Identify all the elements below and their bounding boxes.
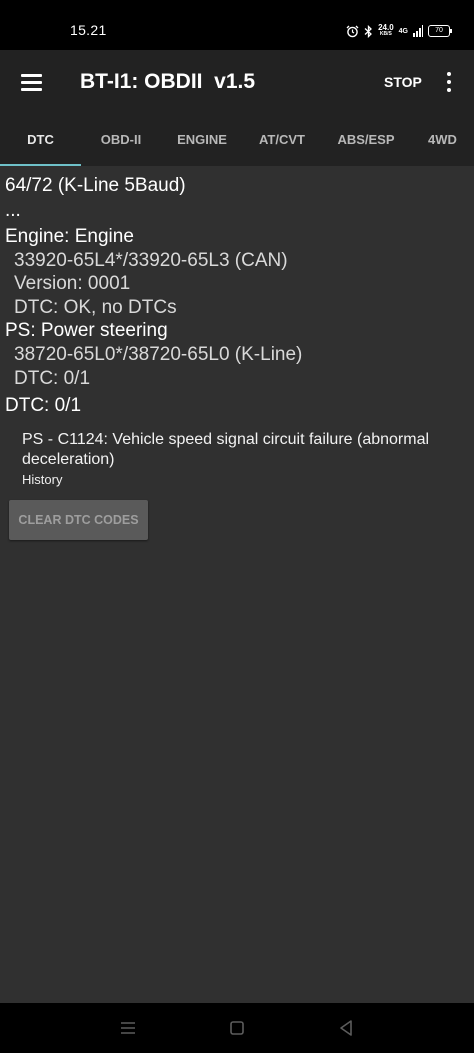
scan-ellipsis: ... bbox=[5, 200, 21, 221]
speed-unit: KB/S bbox=[379, 31, 392, 37]
dtc-entry-description: PS - C1124: Vehicle speed signal circuit… bbox=[22, 431, 430, 468]
dtc-total: DTC: 0/1 bbox=[5, 395, 82, 416]
network-speed: 24.0 KB/S bbox=[378, 24, 394, 38]
status-time: 15.21 bbox=[70, 22, 107, 38]
tab-bar: DTC OBD-II ENGINE AT/CVT ABS/ESP 4WD bbox=[0, 116, 474, 166]
home-icon[interactable] bbox=[229, 1018, 245, 1043]
tab-dtc[interactable]: DTC bbox=[0, 116, 81, 166]
battery-icon: 70 bbox=[428, 25, 452, 37]
clear-dtc-codes-button[interactable]: CLEAR DTC CODES bbox=[9, 500, 148, 540]
speed-value: 24.0 bbox=[378, 23, 394, 32]
app-bar: BT-I1: OBDII v1.5 STOP bbox=[0, 50, 474, 116]
tab-abs-esp[interactable]: ABS/ESP bbox=[321, 116, 411, 166]
recents-icon[interactable] bbox=[120, 1018, 136, 1043]
tab-obd-ii[interactable]: OBD-II bbox=[81, 116, 161, 166]
ps-part-number: 38720-65L0*/38720-65L0 (K-Line) bbox=[14, 344, 303, 365]
scan-progress: 64/72 (K-Line 5Baud) bbox=[5, 175, 186, 196]
signal-icon bbox=[413, 25, 423, 37]
app-title: BT-I1: OBDII v1.5 bbox=[80, 70, 256, 93]
bluetooth-icon bbox=[364, 24, 373, 38]
engine-version: Version: 0001 bbox=[14, 273, 131, 294]
engine-dtc-status: DTC: OK, no DTCs bbox=[14, 297, 177, 318]
status-icons: 24.0 KB/S 4G 70 bbox=[346, 22, 452, 40]
navigation-bar bbox=[0, 1003, 474, 1053]
dtc-entry-status: History bbox=[22, 472, 63, 487]
tab-at-cvt[interactable]: AT/CVT bbox=[243, 116, 321, 166]
tab-engine[interactable]: ENGINE bbox=[161, 116, 243, 166]
engine-part-number: 33920-65L4*/33920-65L3 (CAN) bbox=[14, 250, 288, 271]
engine-header: Engine: Engine bbox=[5, 226, 134, 247]
tab-indicator bbox=[0, 164, 81, 166]
stop-button[interactable]: STOP bbox=[384, 74, 422, 90]
status-bar: 15.21 24.0 KB/S 4G 70 bbox=[0, 0, 474, 50]
hamburger-menu-icon[interactable] bbox=[21, 74, 42, 92]
alarm-icon bbox=[346, 25, 359, 38]
more-vert-icon[interactable] bbox=[446, 72, 452, 94]
tab-4wd[interactable]: 4WD bbox=[411, 116, 474, 166]
ps-header: PS: Power steering bbox=[5, 320, 168, 341]
ps-dtc-status: DTC: 0/1 bbox=[14, 368, 91, 389]
back-icon[interactable] bbox=[338, 1018, 354, 1043]
network-type: 4G bbox=[398, 27, 408, 35]
